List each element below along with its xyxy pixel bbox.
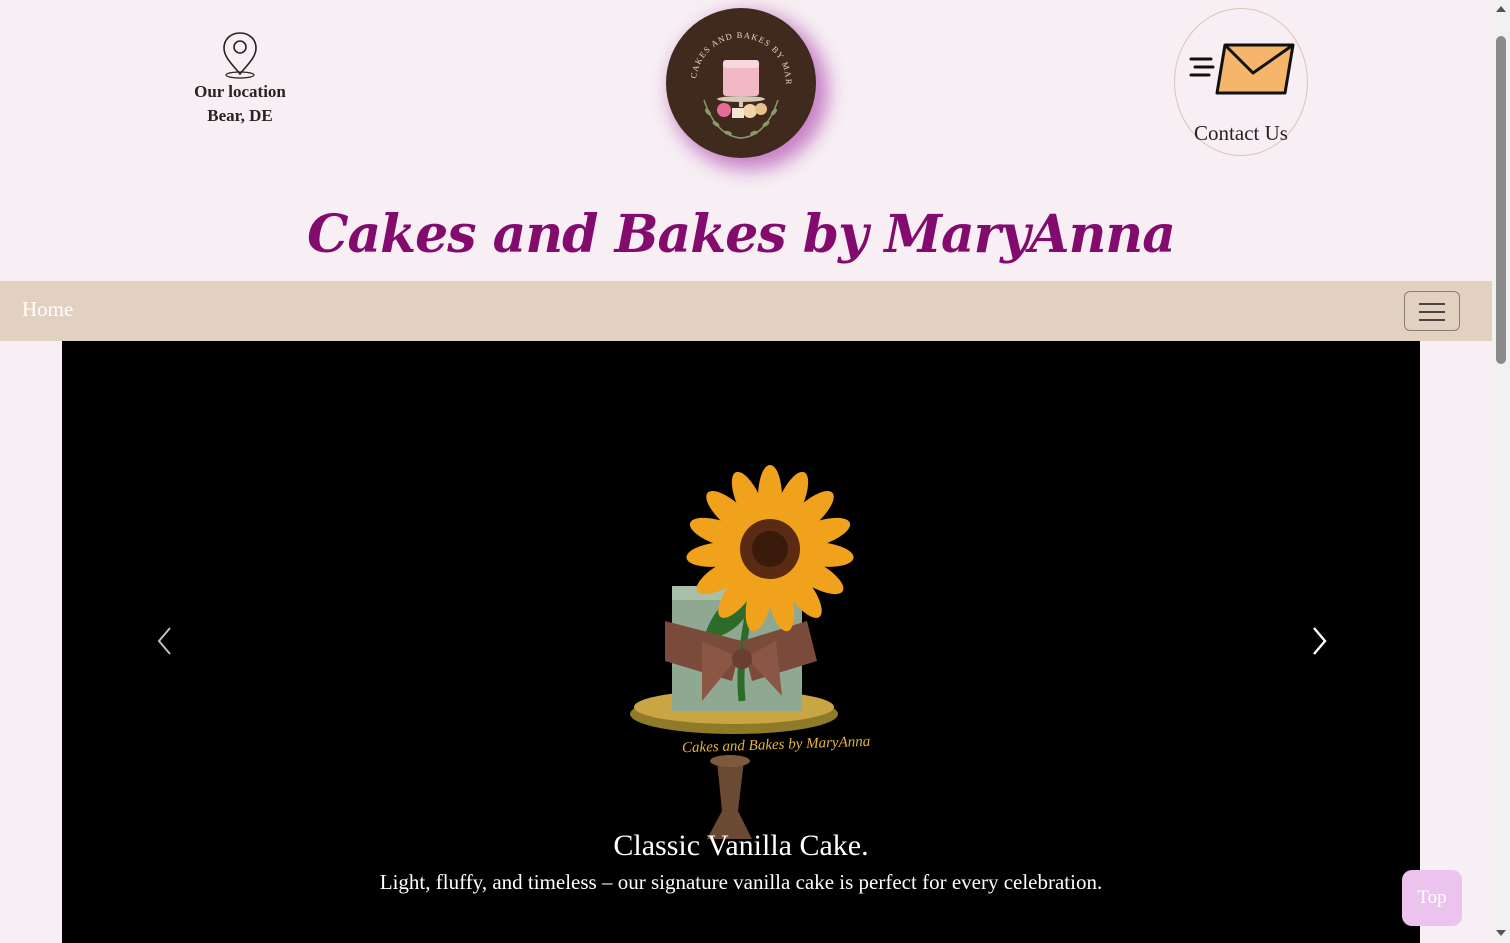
navbar: Home	[0, 281, 1492, 341]
site-header: Our location Bear, DE CAKES AND BAKES BY…	[0, 0, 1492, 281]
contact-us-button[interactable]: Contact Us	[1174, 8, 1308, 156]
site-title: Cakes and Bakes by MaryAnna	[307, 204, 1176, 265]
chevron-right-icon	[1313, 627, 1327, 655]
logo-artwork: CAKES AND BAKES BY MARYANNA	[666, 8, 793, 139]
slide-title: Classic Vanilla Cake.	[613, 829, 869, 862]
location-block: Our location Bear, DE	[180, 30, 300, 128]
chevron-left-icon	[157, 627, 171, 655]
slide-description: Light, fluffy, and timeless – our signat…	[379, 870, 1103, 894]
hamburger-menu-icon	[1419, 303, 1445, 305]
scrollbar-thumb[interactable]	[1496, 36, 1506, 364]
envelope-icon	[1189, 43, 1295, 95]
nav-home-link[interactable]: Home	[22, 297, 73, 322]
back-to-top-button[interactable]: Top	[1402, 870, 1462, 926]
hamburger-line	[1419, 319, 1445, 321]
location-label: Our location	[194, 82, 286, 101]
page-scrollbar[interactable]	[1492, 0, 1510, 943]
slide-caption: Classic Vanilla Cake. Light, fluffy, and…	[62, 827, 1420, 897]
location-pin-icon	[223, 32, 257, 79]
carousel-next-button[interactable]	[1308, 625, 1332, 661]
navbar-toggler-button[interactable]	[1404, 291, 1460, 331]
scroll-up-arrow-icon[interactable]	[1496, 6, 1506, 12]
scroll-down-arrow-icon[interactable]	[1496, 930, 1506, 936]
location-city: Bear, DE	[207, 106, 273, 125]
carousel-prev-button[interactable]	[154, 625, 178, 661]
contact-us-label: Contact Us	[1194, 121, 1288, 145]
hamburger-line	[1419, 311, 1445, 313]
brand-logo[interactable]: CAKES AND BAKES BY MARYANNA	[666, 8, 816, 158]
cake-illustration	[717, 60, 767, 118]
hero-carousel: Cakes and Bakes by MaryAnna Classic Vani…	[62, 341, 1420, 943]
